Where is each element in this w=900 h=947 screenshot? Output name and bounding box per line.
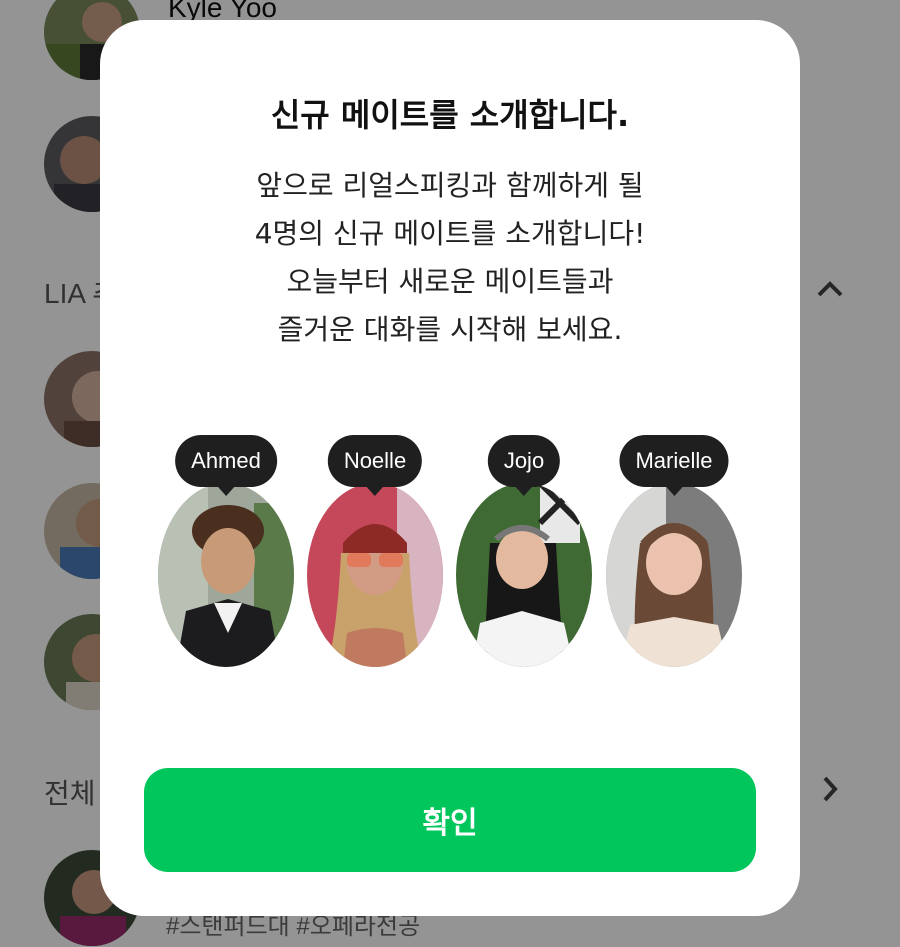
mate-card: Ahmed: [158, 435, 294, 675]
mate-name-tag: Marielle: [619, 435, 729, 496]
message-line: 4명의 신규 메이트를 소개합니다!: [254, 217, 646, 250]
message-line: 앞으로 리얼스피킹과 함께하게 될: [256, 169, 644, 202]
mate-photo: [307, 483, 443, 667]
mate-photo: [456, 483, 592, 667]
mate-card: Noelle: [307, 435, 443, 675]
mate-list: Ahmed Noelle Jojo Marielle: [158, 435, 742, 675]
message-line: 오늘부터 새로운 메이트들과: [286, 265, 614, 298]
confirm-button[interactable]: 확인: [144, 768, 756, 872]
message-line: 즐거운 대화를 시작해 보세요.: [277, 313, 623, 346]
dialog-title: 신규 메이트를 소개합니다.: [270, 96, 630, 134]
mate-card: Jojo: [456, 435, 592, 675]
mate-name-tag: Ahmed: [175, 435, 277, 496]
mate-photo: [606, 483, 742, 667]
dialog-message: 앞으로 리얼스피킹과 함께하게 될 4명의 신규 메이트를 소개합니다! 오늘부…: [100, 162, 800, 354]
mate-photo: [158, 483, 294, 667]
new-mates-dialog: 신규 메이트를 소개합니다. 앞으로 리얼스피킹과 함께하게 될 4명의 신규 …: [100, 20, 800, 916]
mate-name-tag: Noelle: [327, 435, 423, 496]
mate-name-tag: Jojo: [487, 435, 561, 496]
mate-card: Marielle: [606, 435, 742, 675]
